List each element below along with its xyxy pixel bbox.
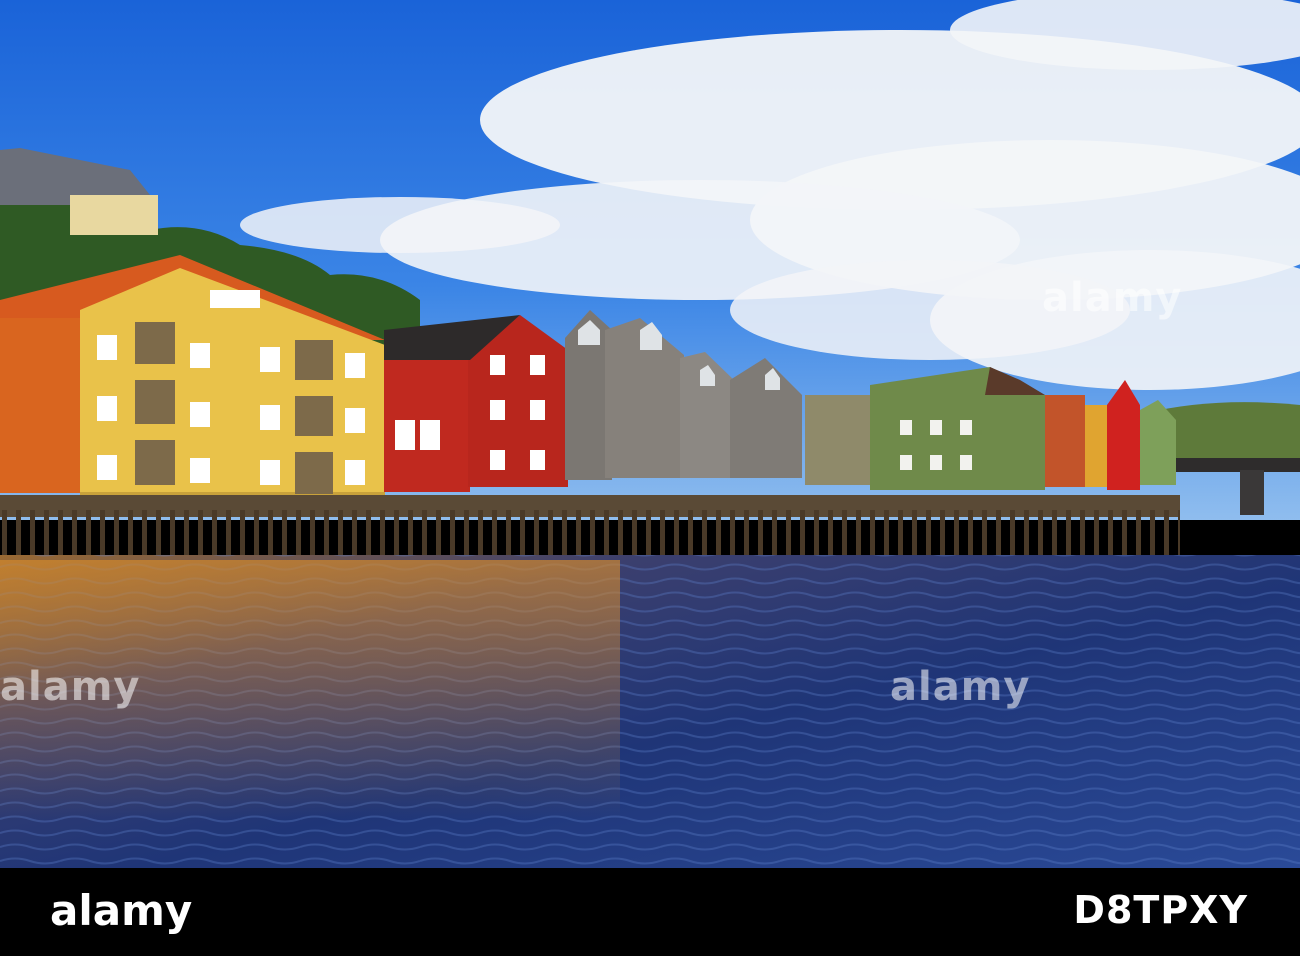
watermark-mid-right: alamy bbox=[890, 664, 1031, 710]
red-warehouses bbox=[384, 315, 568, 492]
image-frame: alamy alamy alamy alamy D8TPXY bbox=[0, 0, 1300, 956]
image-id: D8TPXY bbox=[1073, 888, 1248, 932]
watermark-primary: alamy bbox=[1042, 275, 1183, 321]
footer-bar: alamy D8TPXY bbox=[0, 868, 1300, 956]
bridge bbox=[1176, 458, 1300, 472]
brand-logo: alamy bbox=[50, 886, 193, 935]
watermark-mid-left: alamy bbox=[0, 664, 141, 710]
photo bbox=[0, 0, 1300, 868]
